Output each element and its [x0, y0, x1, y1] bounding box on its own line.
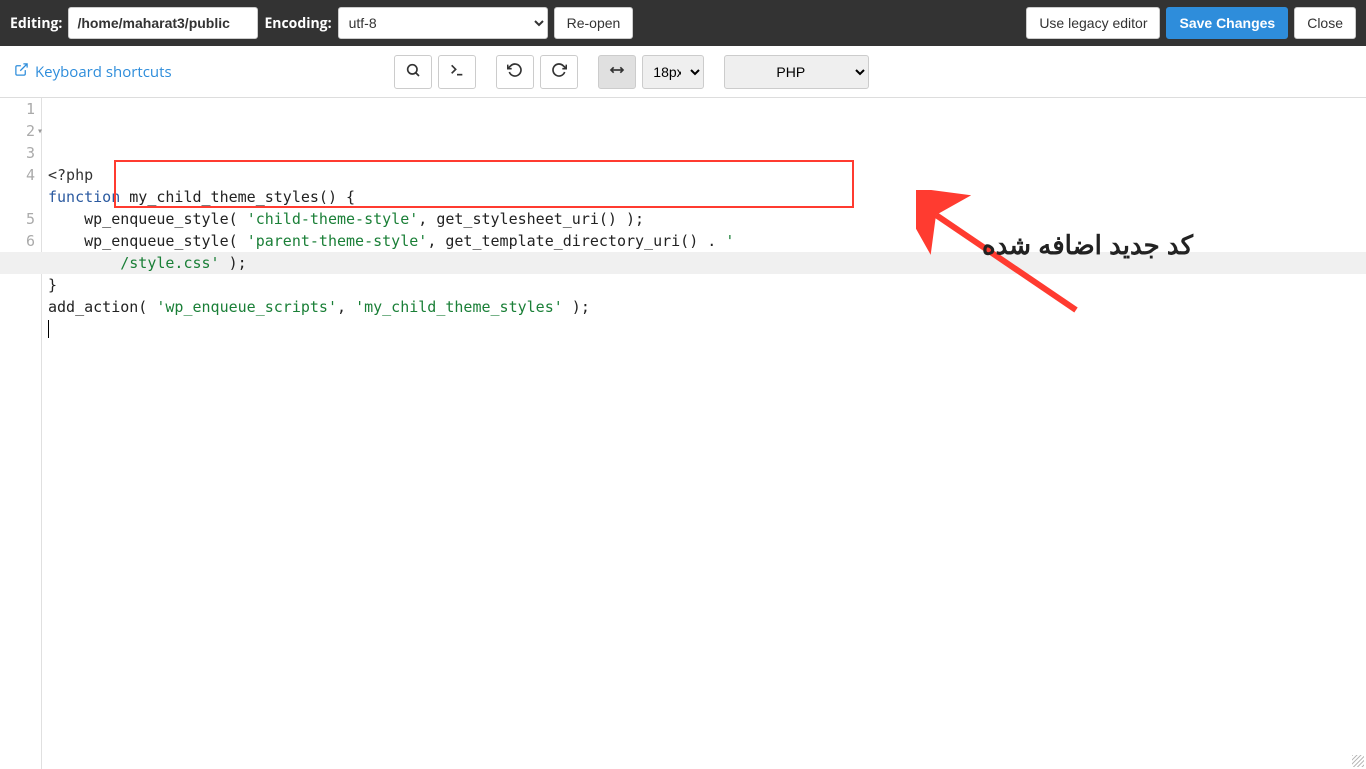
gutter-line: 4 — [0, 164, 41, 186]
gutter: 1234567 — [0, 98, 42, 769]
undo-button[interactable] — [496, 55, 534, 89]
search-icon — [405, 62, 421, 81]
annotation-text: کد جدید اضافه شده — [982, 234, 1193, 256]
terminal-icon — [449, 62, 465, 81]
editor[interactable]: 1234567 <?phpfunction my_child_theme_sty… — [0, 98, 1366, 769]
code-line[interactable]: } — [48, 274, 1366, 296]
terminal-button[interactable] — [438, 55, 476, 89]
encoding-label: Encoding: — [264, 14, 331, 33]
path-input[interactable] — [68, 7, 258, 39]
reopen-button[interactable]: Re-open — [554, 7, 634, 39]
redo-button[interactable] — [540, 55, 578, 89]
encoding-select[interactable]: utf-8 — [338, 7, 548, 39]
redo-icon — [551, 62, 567, 81]
code-line[interactable]: wp_enqueue_style( 'child-theme-style', g… — [48, 208, 1366, 230]
sub-toolbar: Keyboard shortcuts — [0, 46, 1366, 98]
undo-icon — [507, 62, 523, 81]
gutter-line — [0, 186, 41, 208]
gutter-line: 6 — [0, 230, 41, 252]
code-line[interactable]: add_action( 'wp_enqueue_scripts', 'my_ch… — [48, 296, 1366, 318]
code-line[interactable]: <?php — [48, 164, 1366, 186]
gutter-line: 1 — [0, 98, 41, 120]
top-toolbar: Editing: Encoding: utf-8 Re-open Use leg… — [0, 0, 1366, 46]
legacy-editor-button[interactable]: Use legacy editor — [1026, 7, 1160, 39]
cursor — [48, 320, 49, 338]
keyboard-shortcuts-label: Keyboard shortcuts — [35, 62, 172, 82]
editing-label: Editing: — [10, 14, 62, 33]
code-line[interactable] — [48, 318, 1366, 340]
keyboard-shortcuts-link[interactable]: Keyboard shortcuts — [14, 62, 172, 82]
search-button[interactable] — [394, 55, 432, 89]
fontsize-select[interactable]: 18px — [642, 55, 704, 89]
code-line[interactable]: function my_child_theme_styles() { — [48, 186, 1366, 208]
resize-grip-icon[interactable] — [1352, 755, 1364, 767]
wrap-toggle-button[interactable] — [598, 55, 636, 89]
subbar-controls: 18px PHP — [172, 55, 1092, 89]
close-button[interactable]: Close — [1294, 7, 1356, 39]
code-area[interactable]: <?phpfunction my_child_theme_styles() { … — [42, 98, 1366, 769]
gutter-line: 5 — [0, 208, 41, 230]
save-changes-button[interactable]: Save Changes — [1166, 7, 1288, 39]
language-select[interactable]: PHP — [724, 55, 869, 89]
external-link-icon — [14, 62, 29, 82]
gutter-line: 2 — [0, 120, 41, 142]
gutter-line: 3 — [0, 142, 41, 164]
wrap-icon — [608, 62, 626, 81]
